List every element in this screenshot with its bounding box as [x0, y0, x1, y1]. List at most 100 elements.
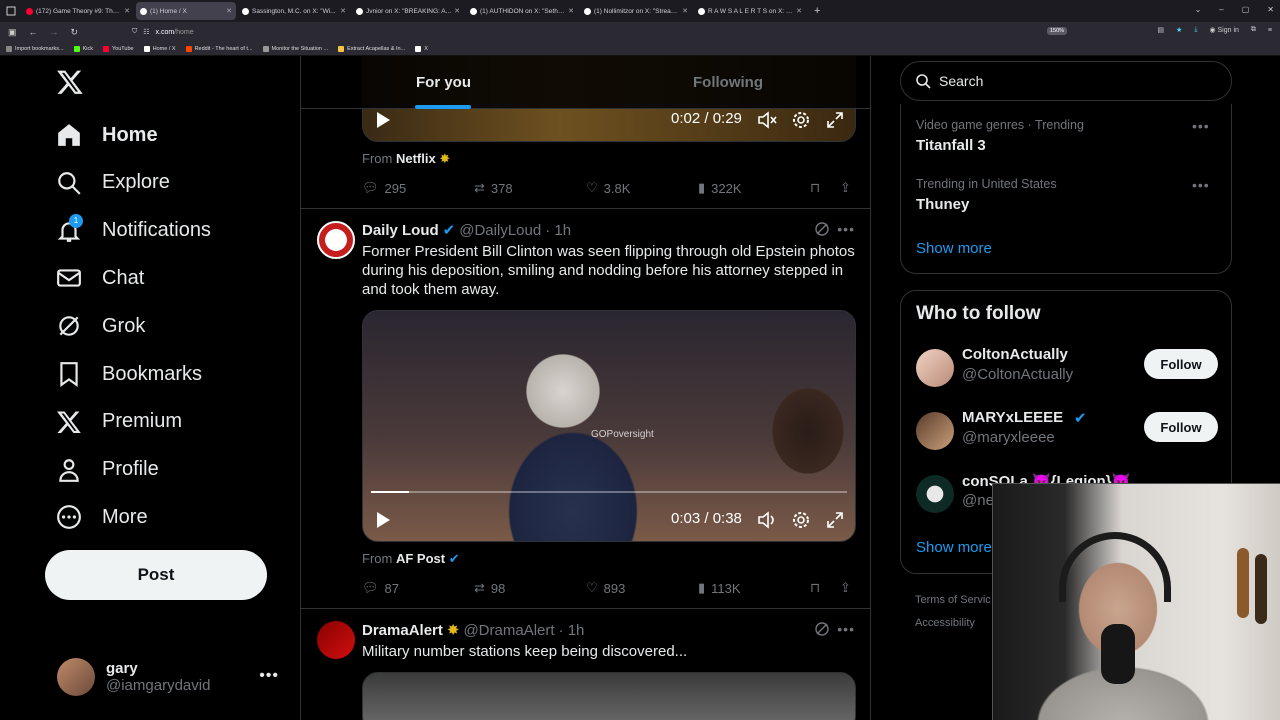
volume-icon[interactable] — [757, 510, 777, 530]
grok-icon[interactable] — [814, 621, 830, 637]
author-handle[interactable]: @DramaAlert — [463, 622, 554, 639]
footer-accessibility-link[interactable]: Accessibility — [915, 617, 975, 629]
play-icon[interactable] — [375, 511, 391, 529]
views-button[interactable]: ▮ 322K — [698, 180, 742, 196]
close-tab-icon[interactable]: ✕ — [568, 7, 574, 15]
avatar[interactable] — [317, 221, 355, 259]
nav-item-more[interactable]: More — [56, 497, 148, 537]
video-progress-bar[interactable] — [371, 491, 847, 493]
nav-item-notifications[interactable]: 1 Notifications — [56, 211, 211, 251]
more-dots-icon[interactable]: ••• — [259, 667, 279, 685]
repost-button[interactable]: ⇄ 378 — [474, 180, 513, 196]
avatar[interactable] — [317, 621, 355, 659]
tab-list-icon[interactable] — [0, 2, 22, 20]
list-all-tabs-icon[interactable]: ⌄ — [1195, 5, 1202, 14]
bookmark-item[interactable]: Home / X — [143, 45, 176, 52]
play-icon[interactable] — [375, 111, 391, 129]
bookmark-item[interactable]: Kick — [73, 45, 93, 52]
maximize-button[interactable]: ▢ — [1242, 5, 1250, 14]
new-tab-button[interactable]: + — [814, 5, 820, 17]
from-name[interactable]: Netflix — [396, 151, 436, 166]
browser-tab[interactable]: Jvnior on X: "BREAKING: A... ✕ — [352, 2, 464, 20]
browser-tab[interactable]: (172) Game Theory #9: The US...✕ — [22, 2, 134, 20]
grok-icon[interactable] — [814, 221, 830, 237]
menu-icon[interactable]: ≡ — [1268, 27, 1272, 34]
trend-item[interactable]: Trending in United States Thuney ••• — [916, 177, 1209, 213]
bookmark-button[interactable]: ⊓ — [810, 180, 820, 196]
tab-following[interactable]: Following — [586, 56, 870, 109]
sign-in-button[interactable]: ◉ Sign in — [1209, 26, 1238, 34]
more-dots-icon[interactable]: ••• — [837, 621, 855, 637]
share-button[interactable]: ⇪ — [840, 180, 851, 196]
post-button[interactable]: Post — [45, 550, 267, 600]
views-button[interactable]: ▮ 113K — [698, 580, 741, 596]
nav-item-profile[interactable]: Profile — [56, 450, 159, 490]
zoom-level[interactable]: 150% — [1047, 27, 1068, 35]
more-dots-icon[interactable]: ••• — [1192, 177, 1210, 193]
author-name[interactable]: Daily Loud — [362, 222, 439, 239]
from-name[interactable]: AF Post — [396, 551, 445, 566]
close-tab-icon[interactable]: ✕ — [796, 7, 802, 15]
bookmark-item[interactable]: Import bookmarks... — [6, 45, 64, 52]
more-dots-icon[interactable]: ••• — [1192, 118, 1210, 134]
share-button[interactable]: ⇪ — [840, 580, 851, 596]
footer-terms-link[interactable]: Terms of Servic — [915, 594, 991, 606]
reply-button[interactable]: 💬︎ 295 — [362, 180, 406, 196]
show-more-link[interactable]: Show more — [916, 539, 992, 556]
close-tab-icon[interactable]: ✕ — [340, 7, 346, 15]
post-time[interactable]: · 1h — [545, 222, 571, 239]
repost-button[interactable]: ⇄ 98 — [474, 580, 505, 596]
x-logo-icon[interactable] — [56, 68, 84, 96]
reader-view-icon[interactable]: ▤ — [1157, 26, 1164, 34]
close-tab-icon[interactable]: ✕ — [124, 7, 130, 15]
downloads-icon[interactable]: ⤓ — [1194, 26, 1197, 34]
follow-suggestion[interactable]: MARYxLEEEE ✔ @maryxleeee Follow — [916, 409, 1221, 458]
browser-tab[interactable]: (1) AUTHIDON on X: "Seth R... ✕ — [466, 2, 578, 20]
video-player[interactable]: GOPoversight 0:03 / 0:38 — [362, 310, 856, 542]
close-tab-icon[interactable]: ✕ — [682, 7, 688, 15]
trend-item[interactable]: Video game genres · Trending Titanfall 3… — [916, 118, 1209, 154]
sidebar-toggle-icon[interactable]: ▣ — [8, 27, 17, 38]
follow-button[interactable]: Follow — [1144, 412, 1218, 442]
follow-suggestion[interactable]: ColtonActually @ColtonActually Follow — [916, 346, 1221, 395]
close-window-button[interactable]: ✕ — [1267, 5, 1274, 14]
back-button[interactable]: ← — [29, 27, 38, 38]
video-player[interactable] — [362, 672, 856, 720]
like-button[interactable]: ♡ 3.8K — [586, 180, 630, 196]
settings-gear-icon[interactable] — [791, 510, 811, 530]
nav-item-premium[interactable]: Premium — [56, 402, 182, 442]
reply-button[interactable]: 💬︎ 87 — [362, 580, 399, 596]
nav-item-grok[interactable]: Grok — [56, 306, 145, 346]
like-button[interactable]: ♡ 893 — [586, 580, 625, 596]
show-more-link[interactable]: Show more — [916, 240, 992, 257]
page-info-icon[interactable]: ☷ — [143, 28, 149, 36]
nav-item-home[interactable]: Home — [56, 115, 158, 155]
forward-button[interactable]: → — [50, 27, 59, 38]
reload-button[interactable]: ↻ — [71, 27, 79, 38]
account-switcher[interactable]: gary @iamgarydavid ••• — [57, 657, 287, 697]
bookmark-item[interactable]: Monitor the Situation ... — [262, 45, 328, 52]
bookmark-item[interactable]: X — [415, 45, 428, 52]
extensions-icon[interactable]: ⧉ — [1251, 26, 1256, 34]
close-tab-icon[interactable]: ✕ — [454, 7, 460, 15]
mute-icon[interactable] — [757, 110, 777, 130]
nav-item-explore[interactable]: Explore — [56, 163, 170, 203]
close-tab-icon[interactable]: ✕ — [226, 7, 232, 15]
browser-tab[interactable]: (1) Nollimitzor on X: "Streamer I...✕ — [580, 2, 692, 20]
star-icon[interactable]: ★ — [1176, 26, 1182, 34]
settings-gear-icon[interactable] — [791, 110, 811, 130]
post-time[interactable]: · 1h — [559, 622, 585, 639]
tab-for-you[interactable]: For you — [301, 56, 586, 109]
bookmark-button[interactable]: ⊓ — [810, 580, 820, 596]
author-handle[interactable]: @DailyLoud — [459, 222, 541, 239]
bookmark-item[interactable]: Reddit - The heart of t... — [185, 45, 253, 52]
more-dots-icon[interactable]: ••• — [837, 221, 855, 237]
follow-button[interactable]: Follow — [1144, 349, 1218, 379]
nav-item-chat[interactable]: Chat — [56, 258, 144, 298]
bookmark-item[interactable]: YouTube — [103, 45, 134, 52]
bookmark-item[interactable]: Extract Acapellas & In... — [338, 45, 405, 52]
fullscreen-icon[interactable] — [825, 510, 845, 530]
nav-item-bookmarks[interactable]: Bookmarks — [56, 354, 202, 394]
browser-tab[interactable]: (1) Home / X ✕ — [136, 2, 236, 20]
browser-tab[interactable]: Sassington, M.C. on X: "Wi... ✕ — [238, 2, 350, 20]
